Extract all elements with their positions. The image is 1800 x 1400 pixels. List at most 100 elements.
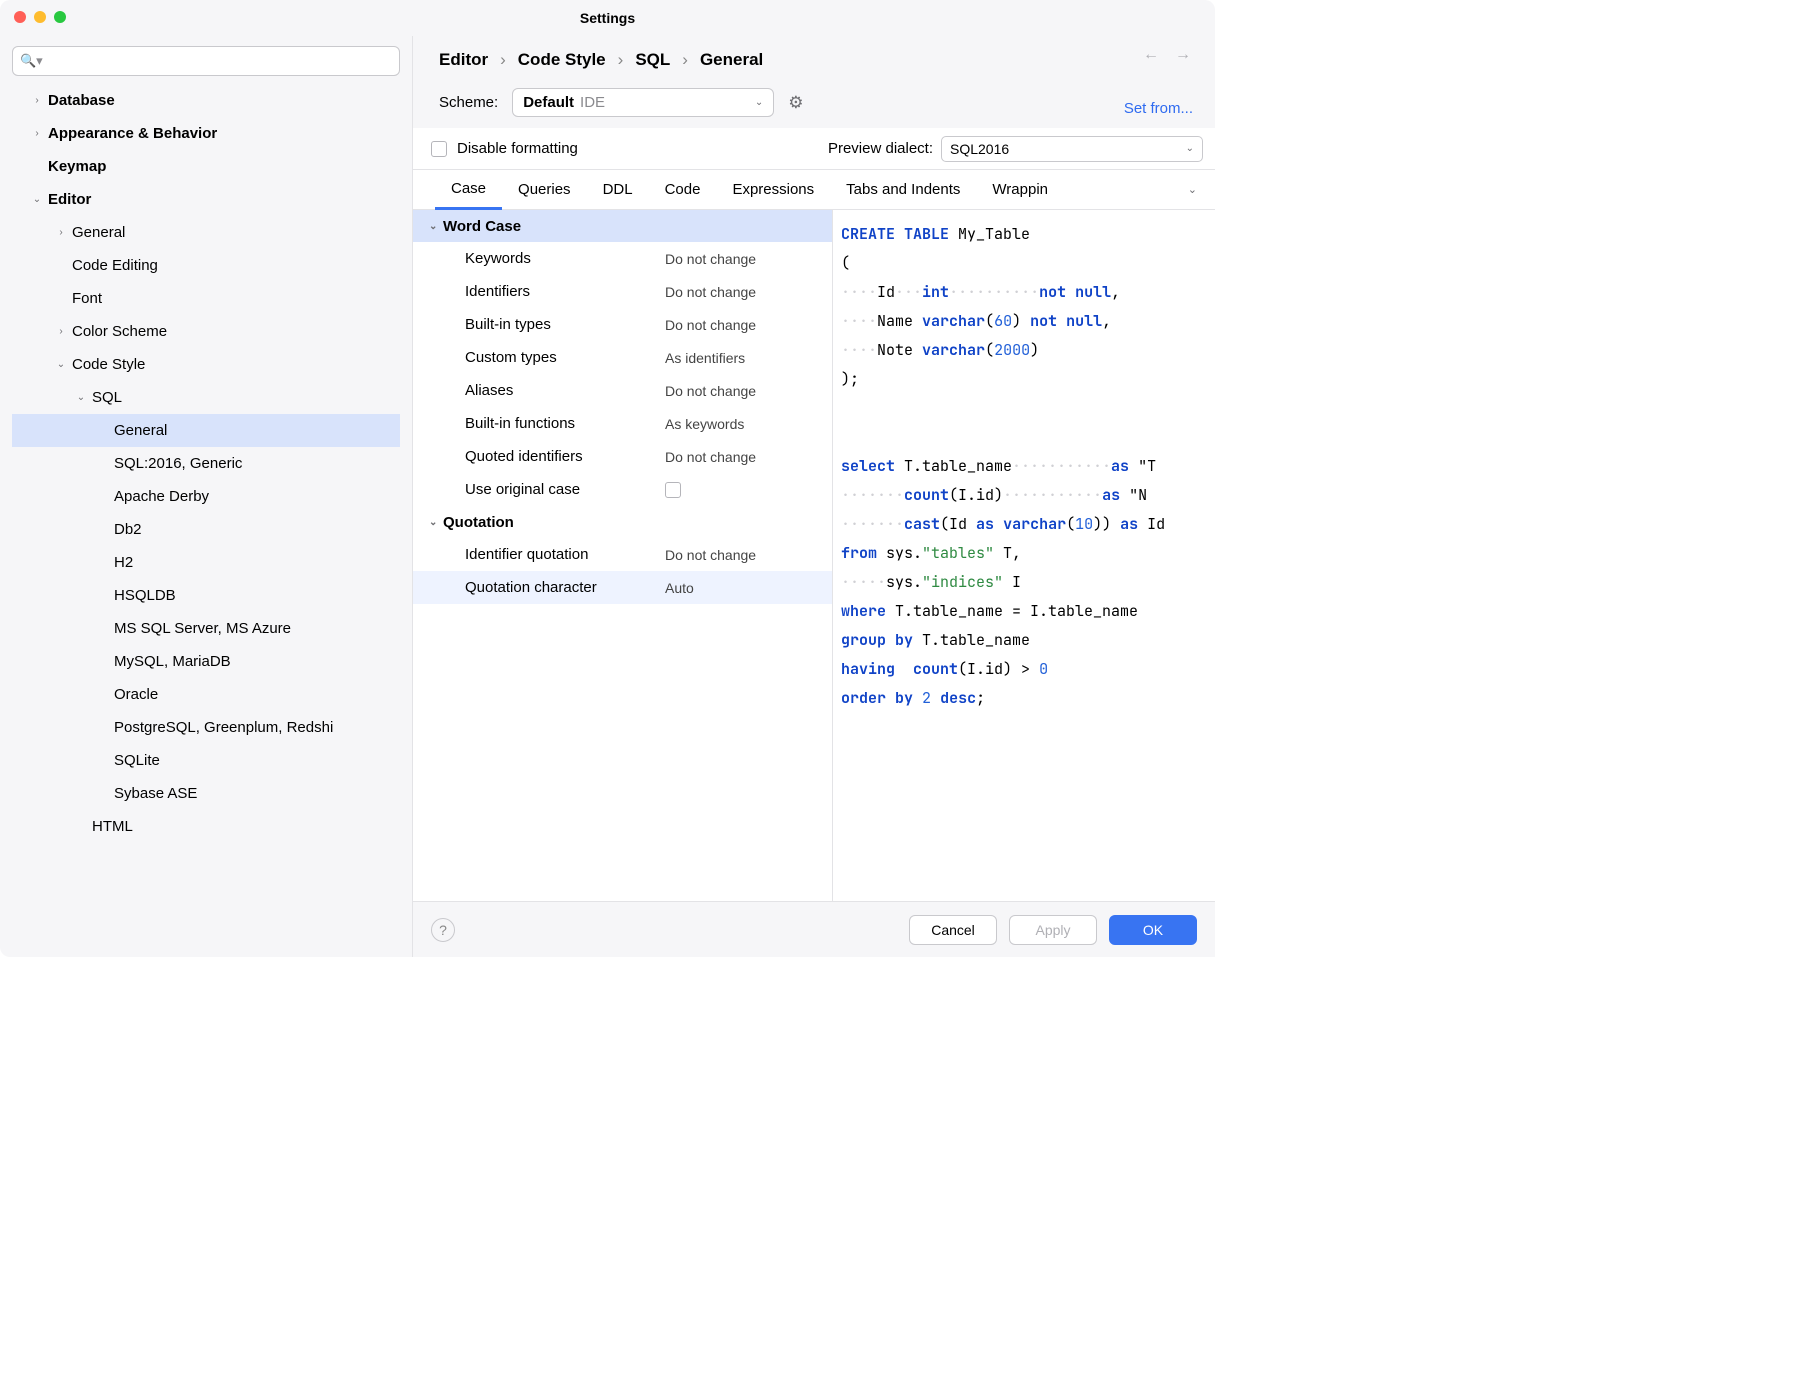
group-title: Quotation	[443, 514, 514, 531]
tree-item[interactable]: ›Color Scheme	[12, 315, 400, 348]
tree-item[interactable]: ›General	[12, 216, 400, 249]
tree-item-label: Font	[72, 290, 102, 307]
close-icon[interactable]	[14, 11, 26, 23]
tab-case[interactable]: Case	[435, 170, 502, 210]
setting-checkbox[interactable]	[665, 482, 681, 498]
tab-bar: CaseQueriesDDLCodeExpressionsTabs and In…	[413, 170, 1215, 210]
preview-dialect-label: Preview dialect:	[828, 140, 933, 157]
setting-key: Quotation character	[465, 579, 665, 596]
tree-item[interactable]: Db2	[12, 513, 400, 546]
setting-row[interactable]: Built-in typesDo not change	[413, 308, 832, 341]
tree-item[interactable]: ⌄Code Style	[12, 348, 400, 381]
breadcrumb-item[interactable]: SQL	[635, 50, 670, 70]
tree-item-label: Database	[48, 92, 115, 109]
tree-item-label: Keymap	[48, 158, 106, 175]
group-header[interactable]: ⌄ Quotation	[413, 506, 832, 538]
tree-item[interactable]: SQL:2016, Generic	[12, 447, 400, 480]
nav-back-icon[interactable]: ←	[1143, 46, 1159, 64]
tree-item-label: Code Editing	[72, 257, 158, 274]
tree-item[interactable]: ⌄ Editor	[12, 183, 400, 216]
setting-row[interactable]: IdentifiersDo not change	[413, 275, 832, 308]
tab-wrappin[interactable]: Wrappin	[976, 170, 1064, 210]
set-from-link[interactable]: Set from...	[1124, 100, 1193, 117]
tree-item-label: Sybase ASE	[114, 785, 197, 802]
titlebar: Settings	[0, 0, 1215, 36]
scheme-select[interactable]: Default IDE ⌄	[512, 88, 774, 117]
code-preview: CREATE TABLE My_Table ( ····Id···int····…	[833, 210, 1215, 901]
setting-key: Keywords	[465, 250, 665, 267]
group-header[interactable]: ⌄ Word Case	[413, 210, 832, 242]
setting-row[interactable]: Quoted identifiersDo not change	[413, 440, 832, 473]
tab-ddl[interactable]: DDL	[587, 170, 649, 210]
breadcrumb: Editor› Code Style› SQL› General	[439, 50, 1189, 70]
tab-code[interactable]: Code	[649, 170, 717, 210]
tree-item[interactable]: HSQLDB	[12, 579, 400, 612]
setting-value: As keywords	[665, 416, 744, 432]
apply-button[interactable]: Apply	[1009, 915, 1097, 945]
setting-row[interactable]: AliasesDo not change	[413, 374, 832, 407]
disable-formatting-label: Disable formatting	[457, 140, 578, 157]
tree-item[interactable]: Oracle	[12, 678, 400, 711]
tree-item-label: SQLite	[114, 752, 160, 769]
cancel-button[interactable]: Cancel	[909, 915, 997, 945]
zoom-icon[interactable]	[54, 11, 66, 23]
chevron-icon: ⌄	[74, 392, 88, 403]
setting-row[interactable]: Built-in functionsAs keywords	[413, 407, 832, 440]
disable-formatting-checkbox[interactable]	[431, 141, 447, 157]
help-icon[interactable]: ?	[431, 918, 455, 942]
tab-queries[interactable]: Queries	[502, 170, 587, 210]
tree-item-label: H2	[114, 554, 133, 571]
tree-item[interactable]: MS SQL Server, MS Azure	[12, 612, 400, 645]
nav-forward-icon[interactable]: →	[1175, 46, 1191, 64]
search-icon: 🔍▾	[20, 53, 43, 69]
preview-dialect-select[interactable]: SQL2016 ⌄	[941, 136, 1203, 162]
tree-item-label: Apache Derby	[114, 488, 209, 505]
minimize-icon[interactable]	[34, 11, 46, 23]
setting-value: Do not change	[665, 547, 756, 563]
breadcrumb-item[interactable]: Code Style	[518, 50, 606, 70]
tree-item[interactable]: Font	[12, 282, 400, 315]
tree-item[interactable]: MySQL, MariaDB	[12, 645, 400, 678]
setting-row[interactable]: Quotation characterAuto	[413, 571, 832, 604]
setting-row[interactable]: Identifier quotationDo not change	[413, 538, 832, 571]
chevron-down-icon: ⌄	[755, 97, 763, 108]
setting-key: Quoted identifiers	[465, 448, 665, 465]
setting-key: Built-in functions	[465, 415, 665, 432]
tree-item-label: Appearance & Behavior	[48, 125, 217, 142]
tree-item[interactable]: PostgreSQL, Greenplum, Redshi	[12, 711, 400, 744]
tree-item-label: MS SQL Server, MS Azure	[114, 620, 291, 637]
tree-item[interactable]: ⌄SQL	[12, 381, 400, 414]
tree-item[interactable]: H2	[12, 546, 400, 579]
setting-row[interactable]: Use original case	[413, 473, 832, 506]
setting-value: Do not change	[665, 251, 756, 267]
setting-key: Custom types	[465, 349, 665, 366]
breadcrumb-item[interactable]: Editor	[439, 50, 488, 70]
tree-item[interactable]: Apache Derby	[12, 480, 400, 513]
tree-item[interactable]: General	[12, 414, 400, 447]
tree-item[interactable]: ›Appearance & Behavior	[12, 117, 400, 150]
search-input[interactable]	[12, 46, 400, 76]
tabs-overflow-icon[interactable]: ⌄	[1172, 170, 1215, 210]
tree-item-label: Db2	[114, 521, 142, 538]
tree-item[interactable]: Sybase ASE	[12, 777, 400, 810]
tab-expressions[interactable]: Expressions	[716, 170, 830, 210]
ok-button[interactable]: OK	[1109, 915, 1197, 945]
window-controls	[14, 11, 66, 23]
setting-row[interactable]: Custom typesAs identifiers	[413, 341, 832, 374]
tree-item[interactable]: Code Editing	[12, 249, 400, 282]
tree-item-label: General	[72, 224, 125, 241]
tree-item[interactable]: HTML	[12, 810, 400, 843]
gear-icon[interactable]: ⚙	[788, 93, 803, 113]
setting-key: Built-in types	[465, 316, 665, 333]
setting-row[interactable]: KeywordsDo not change	[413, 242, 832, 275]
tree-item[interactable]: ›Database	[12, 84, 400, 117]
tree-item[interactable]: Keymap	[12, 150, 400, 183]
settings-tree: ›Database›Appearance & Behavior Keymap ⌄ Ed…	[12, 84, 400, 957]
settings-list: ⌄ Word CaseKeywordsDo not changeIdentifi…	[413, 210, 833, 901]
chevron-icon: ⌄	[30, 194, 44, 205]
tree-item-label: Editor	[48, 191, 91, 208]
tab-tabs-and-indents[interactable]: Tabs and Indents	[830, 170, 976, 210]
tree-item[interactable]: SQLite	[12, 744, 400, 777]
tree-item-label: General	[114, 422, 167, 439]
setting-key: Aliases	[465, 382, 665, 399]
